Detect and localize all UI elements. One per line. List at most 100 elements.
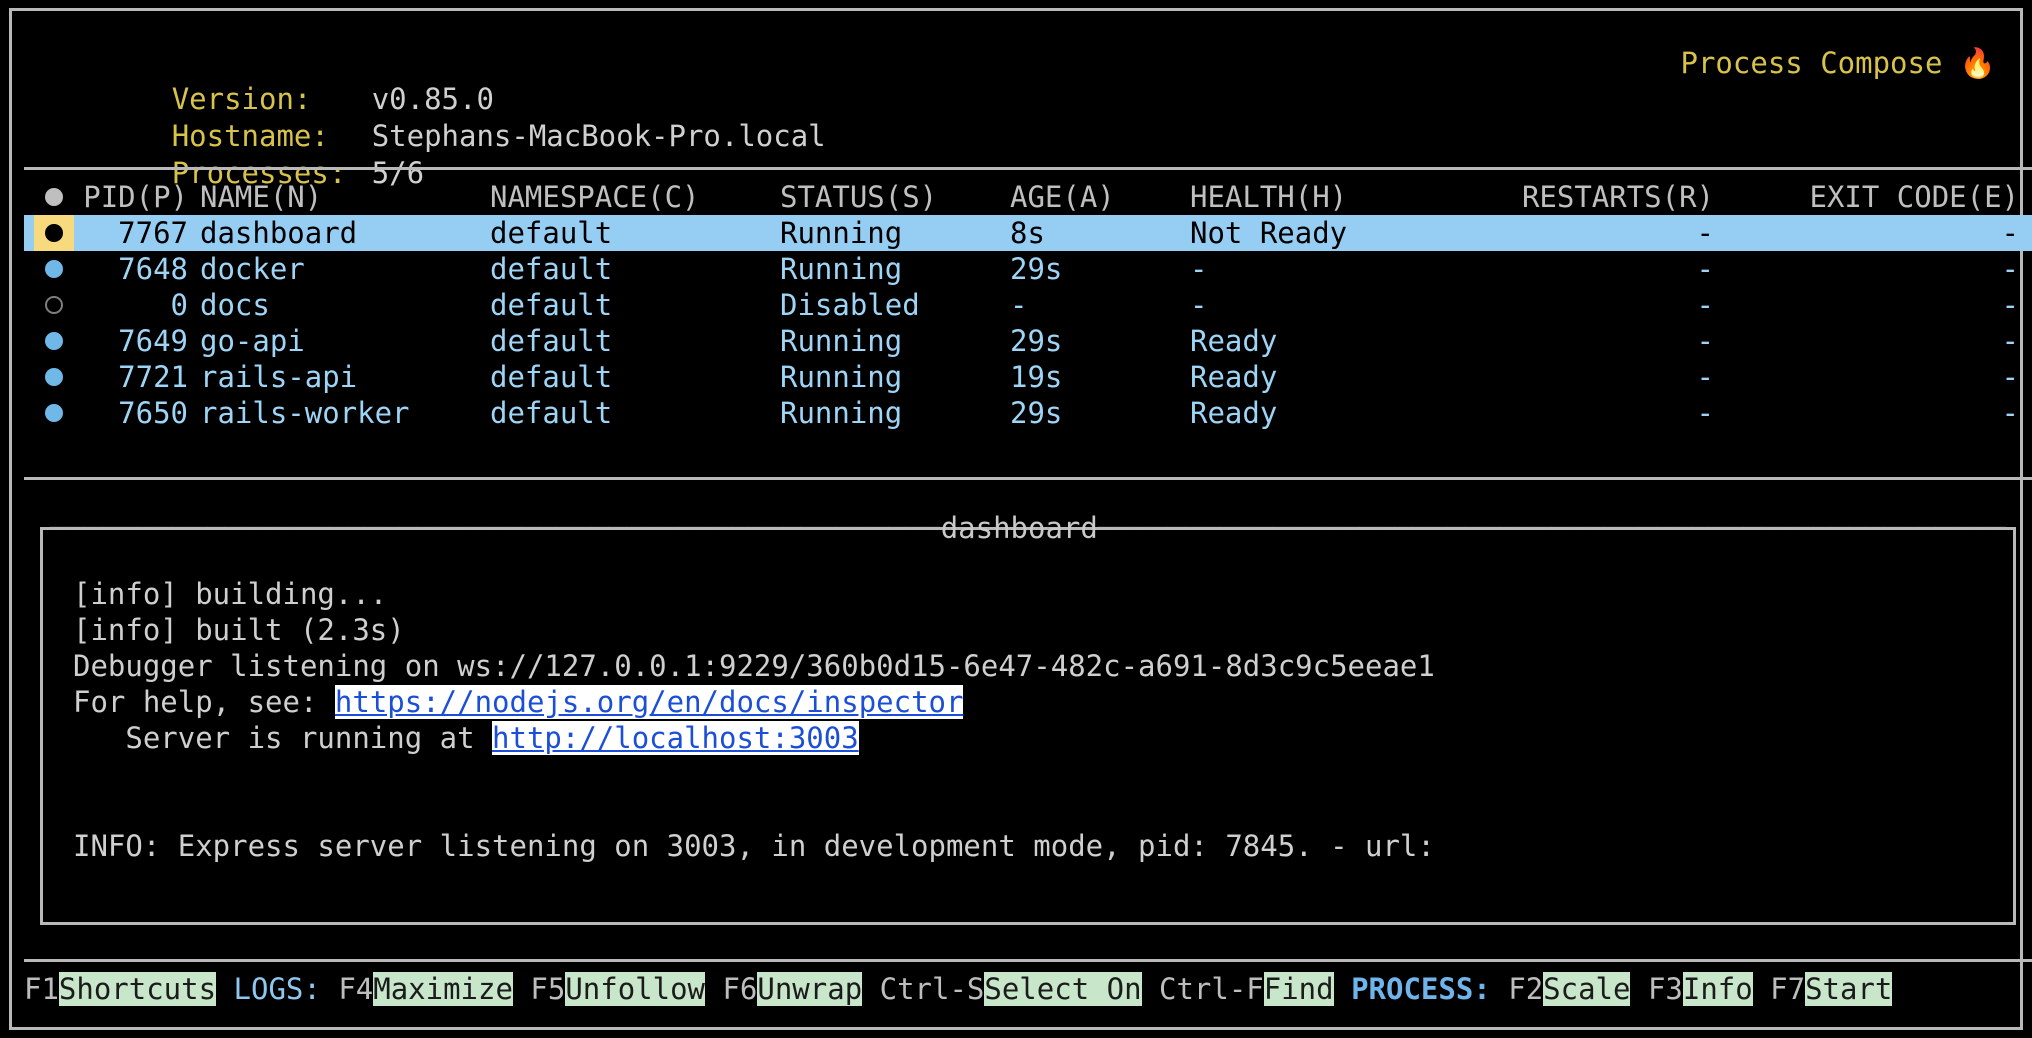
row-status-dot-cell xyxy=(34,215,74,251)
log-line-text: For help, see: xyxy=(73,685,335,719)
shortcut-key: F5 xyxy=(530,972,565,1006)
circle-filled-icon xyxy=(45,368,63,386)
status-dot-column-header xyxy=(34,179,74,215)
shortcut-action[interactable]: Find xyxy=(1264,972,1334,1006)
table-row[interactable]: 0docsdefaultDisabled---- xyxy=(24,287,2032,323)
row-cell-status: Running xyxy=(780,359,1010,395)
title-dash-right: ────────────────────────────────────────… xyxy=(1098,511,2006,545)
shortcut-action[interactable]: Scale xyxy=(1543,972,1630,1006)
shortcut-gap xyxy=(216,972,233,1006)
row-cell-namespace: default xyxy=(490,323,780,359)
shortcut-action[interactable]: Maximize xyxy=(373,972,513,1006)
shortcut-action[interactable]: Shortcuts xyxy=(59,972,216,1006)
row-status-dot-cell xyxy=(34,323,74,359)
row-cell-namespace: default xyxy=(490,287,780,323)
shortcut-unfollow[interactable]: F5Unfollow xyxy=(530,972,705,1006)
column-header-name[interactable]: NAME(N) xyxy=(200,179,490,215)
shortcut-action[interactable]: Info xyxy=(1683,972,1753,1006)
hostname-value: Stephans-MacBook-Pro.local xyxy=(372,119,826,153)
row-status-dot-cell xyxy=(34,395,74,431)
shortcut-gap xyxy=(1753,972,1770,1006)
header-divider xyxy=(24,167,2032,170)
row-cell-exit-code: - xyxy=(1724,359,2019,395)
shortcut-gap xyxy=(1142,972,1159,1006)
circle-filled-icon xyxy=(45,404,63,422)
shortcut-group-label: PROCESS: xyxy=(1351,972,1491,1006)
app-title-text: Process Compose xyxy=(1681,46,1943,80)
shortcut-gap xyxy=(705,972,722,1006)
shortcut-key: Ctrl-F xyxy=(1159,972,1264,1006)
column-header-status[interactable]: STATUS(S) xyxy=(780,179,1010,215)
row-cell-restarts: - xyxy=(1354,323,1714,359)
column-header-pid[interactable]: PID(P) xyxy=(76,179,188,215)
row-cell-age: 8s xyxy=(1010,215,1185,251)
shortcut-shortcuts[interactable]: F1Shortcuts xyxy=(24,972,216,1006)
column-header-restarts[interactable]: RESTARTS(R) xyxy=(1354,179,1714,215)
row-cell-exit-code: - xyxy=(1724,287,2019,323)
circle-icon xyxy=(45,188,63,206)
footer-divider xyxy=(24,959,2032,962)
row-cell-pid: 0 xyxy=(76,287,188,323)
table-row[interactable]: 7767dashboarddefaultRunning8sNot Ready-- xyxy=(24,215,2032,251)
row-cell-age: 29s xyxy=(1010,251,1185,287)
flame-icon: 🔥 xyxy=(1960,46,1996,80)
table-row[interactable]: 7649go-apidefaultRunning29sReady-- xyxy=(24,323,2032,359)
row-cell-exit-code: - xyxy=(1724,215,2019,251)
log-panel-title: ────────────────────────────────────────… xyxy=(48,510,2007,546)
shortcut-gap xyxy=(513,972,530,1006)
table-header-row: PID(P) NAME(N) NAMESPACE(C) STATUS(S) AG… xyxy=(24,179,2032,215)
row-cell-exit-code: - xyxy=(1724,251,2019,287)
circle-filled-icon xyxy=(45,224,63,242)
row-status-dot-cell xyxy=(34,251,74,287)
row-cell-restarts: - xyxy=(1354,251,1714,287)
column-header-exit-code[interactable]: EXIT CODE(E) xyxy=(1724,179,2019,215)
shortcut-gap xyxy=(321,972,338,1006)
row-cell-status: Disabled xyxy=(780,287,1010,323)
shortcut-action[interactable]: Start xyxy=(1805,972,1892,1006)
shortcut-select-on[interactable]: Ctrl-SSelect On xyxy=(880,972,1142,1006)
log-link[interactable]: https://nodejs.org/en/docs/inspector xyxy=(335,685,964,719)
log-line-text xyxy=(73,757,90,791)
table-row[interactable]: 7650rails-workerdefaultRunning29sReady-- xyxy=(24,395,2032,431)
shortcut-start[interactable]: F7Start xyxy=(1770,972,1892,1006)
row-cell-name: docker xyxy=(200,251,490,287)
shortcut-maximize[interactable]: F4Maximize xyxy=(338,972,513,1006)
log-line xyxy=(73,756,1999,792)
shortcut-action[interactable]: Select On xyxy=(984,972,1141,1006)
row-cell-name: rails-api xyxy=(200,359,490,395)
row-cell-age: 29s xyxy=(1010,323,1185,359)
row-cell-status: Running xyxy=(780,215,1010,251)
row-cell-age: 29s xyxy=(1010,395,1185,431)
shortcut-action[interactable]: Unwrap xyxy=(757,972,862,1006)
shortcut-key: F2 xyxy=(1508,972,1543,1006)
shortcut-key: F7 xyxy=(1770,972,1805,1006)
log-output: [info] building...[info] built (2.3s)Deb… xyxy=(73,576,1999,916)
table-row[interactable]: 7648dockerdefaultRunning29s--- xyxy=(24,251,2032,287)
row-cell-name: docs xyxy=(200,287,490,323)
row-cell-pid: 7767 xyxy=(76,215,188,251)
log-line: [info] building... xyxy=(73,576,1999,612)
shortcut-key: F3 xyxy=(1648,972,1683,1006)
row-cell-pid: 7648 xyxy=(76,251,188,287)
log-link[interactable]: http://localhost:3003 xyxy=(492,721,859,755)
shortcut-info[interactable]: F3Info xyxy=(1648,972,1753,1006)
shortcut-scale[interactable]: F2Scale xyxy=(1508,972,1630,1006)
row-status-dot-cell xyxy=(34,359,74,395)
shortcut-action[interactable]: Unfollow xyxy=(565,972,705,1006)
column-header-namespace[interactable]: NAMESPACE(C) xyxy=(490,179,780,215)
shortcut-find[interactable]: Ctrl-FFind xyxy=(1159,972,1334,1006)
shortcut-key: Ctrl-S xyxy=(880,972,985,1006)
log-panel[interactable]: ────────────────────────────────────────… xyxy=(40,527,2016,925)
row-cell-pid: 7650 xyxy=(76,395,188,431)
shortcut-gap xyxy=(1491,972,1508,1006)
window-frame: Version:v0.85.0 Hostname:Stephans-MacBoo… xyxy=(9,8,2023,1030)
row-cell-status: Running xyxy=(780,395,1010,431)
shortcut-gap xyxy=(862,972,879,1006)
table-row[interactable]: 7721rails-apidefaultRunning19sReady-- xyxy=(24,359,2032,395)
row-cell-restarts: - xyxy=(1354,215,1714,251)
shortcut-unwrap[interactable]: F6Unwrap xyxy=(722,972,862,1006)
log-line-text: INFO: Express server listening on 3003, … xyxy=(73,829,1435,863)
row-cell-namespace: default xyxy=(490,359,780,395)
column-header-age[interactable]: AGE(A) xyxy=(1010,179,1185,215)
row-cell-name: go-api xyxy=(200,323,490,359)
